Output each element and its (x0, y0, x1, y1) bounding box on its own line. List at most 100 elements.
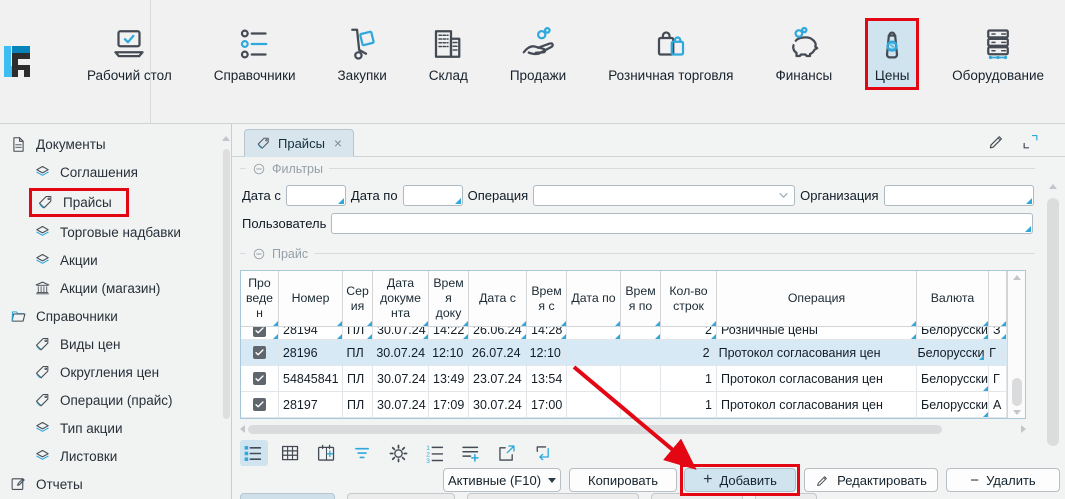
cell-doc_date: 30.07.24 (373, 366, 429, 391)
sidebar-item-label: Тип акции (60, 421, 122, 436)
active-filter-dropdown[interactable]: Активные (F10) (443, 468, 561, 492)
column-header-series[interactable]: Сер ия (343, 271, 373, 326)
cell-operation: Протокол согласования цен (715, 346, 914, 360)
add-row-icon[interactable] (456, 440, 484, 466)
sidebar-item-Округления цен[interactable]: Округления цен (0, 358, 231, 386)
cell-doc_time: 13:49 (429, 366, 469, 391)
table-horizontal-scrollbar[interactable] (240, 423, 1026, 435)
collapse-icon[interactable] (252, 247, 266, 261)
navigation-sidebar: ДокументыСоглашенияПрайсыТорговые надбав… (0, 124, 232, 499)
operation-label: Операция (468, 188, 529, 203)
topbar-item-Оборудование[interactable]: Оборудование (943, 18, 1053, 90)
sidebar-item-Тип акции[interactable]: Тип акции (0, 414, 231, 442)
column-header-time_from[interactable]: Врем я с (527, 271, 567, 326)
cell-series: ПЛ (343, 392, 373, 417)
scroll-left-arrow-icon[interactable] (240, 425, 245, 433)
column-header-doc_time[interactable]: Врем я доку (429, 271, 469, 326)
svg-text:3: 3 (426, 457, 430, 463)
tab-pricelists[interactable]: Прайсы × (244, 129, 354, 157)
scroll-up-arrow-icon[interactable] (222, 136, 230, 141)
external-link-icon[interactable] (492, 440, 520, 466)
column-header-currency[interactable]: Валюта (917, 271, 989, 326)
date-to-input[interactable] (403, 185, 463, 206)
view-list-icon[interactable] (240, 440, 268, 466)
table-row[interactable]: 54845841ПЛ30.07.2413:4923.07.2413:541Про… (241, 366, 1007, 392)
expand-icon[interactable] (1021, 132, 1041, 152)
scrollbar-thumb[interactable] (248, 425, 942, 434)
scrollbar-thumb[interactable] (223, 149, 230, 419)
column-header-doc_date[interactable]: Дата докуме нта (373, 271, 429, 326)
posted-checkbox[interactable] (253, 346, 266, 359)
gear-icon[interactable] (384, 440, 412, 466)
sidebar-item-Соглашения[interactable]: Соглашения (0, 158, 231, 186)
sidebar-item-Операции (прайс)[interactable]: Операции (прайс) (0, 386, 231, 414)
copy-button[interactable]: Копировать (569, 468, 677, 492)
table-row[interactable]: 28194ПЛ30.07.2414:2226.06.2414:282Рознич… (241, 327, 1007, 340)
posted-checkbox[interactable] (253, 398, 266, 411)
date-from-input[interactable] (286, 185, 346, 206)
column-header-posted[interactable]: Про веде н (241, 271, 279, 326)
sidebar-item-Акции (магазин)[interactable]: Акции (магазин) (0, 274, 231, 302)
topbar-item-Продажи[interactable]: Продажи (501, 18, 575, 90)
topbar-item-Рабочий стол[interactable]: Рабочий стол (78, 18, 181, 90)
add-button[interactable]: + Добавить (684, 468, 796, 492)
posted-checkbox[interactable] (253, 327, 266, 337)
folder-icon (10, 308, 27, 325)
topbar-item-Цены[interactable]: $Цены (865, 18, 919, 90)
topbar-item-label: Оборудование (952, 68, 1044, 83)
cell-time_from: 12:10 (526, 346, 566, 360)
scroll-up-arrow-icon[interactable] (1013, 275, 1021, 280)
column-header-number[interactable]: Номер (279, 271, 343, 326)
tab-close-icon[interactable]: × (334, 135, 342, 151)
column-header-line_count[interactable]: Кол-во строк (661, 271, 717, 326)
user-input[interactable] (331, 213, 1033, 234)
topbar-item-Розничная торговля[interactable]: Розничная торговля (599, 18, 742, 90)
table-row[interactable]: 28197ПЛ30.07.2417:0930.07.2417:001Проток… (241, 392, 1007, 418)
numbered-list-icon[interactable]: 123 (420, 440, 448, 466)
calendar-plus-icon[interactable] (312, 440, 340, 466)
organization-input[interactable] (884, 185, 1034, 206)
column-header-extra[interactable] (989, 271, 1007, 326)
pencil-icon[interactable] (987, 132, 1007, 152)
cell-line_count: 1 (661, 392, 717, 417)
topbar-item-Финансы[interactable]: Финансы (766, 18, 841, 90)
column-header-time_to[interactable]: Врем я по (621, 271, 661, 326)
delete-button[interactable]: − Удалить (946, 468, 1060, 492)
topbar-item-Справочники[interactable]: Справочники (205, 18, 305, 90)
sidebar-item-Виды цен[interactable]: Виды цен (0, 330, 231, 358)
column-header-date_from[interactable]: Дата с (469, 271, 527, 326)
scrollbar-thumb[interactable] (1012, 378, 1022, 406)
edit-button[interactable]: Редактировать (804, 468, 938, 492)
top-navigation-bar: Рабочий стол Справочники Закупки Склад Прода… (0, 0, 1065, 124)
sidebar-item-Акции[interactable]: Акции (0, 246, 231, 274)
sidebar-item-Торговые надбавки[interactable]: Торговые надбавки (0, 218, 231, 246)
column-header-date_to[interactable]: Дата по (567, 271, 621, 326)
sidebar-item-Листовки[interactable]: Листовки (0, 442, 231, 470)
table-vertical-scrollbar[interactable] (1007, 271, 1025, 418)
operation-select[interactable] (533, 185, 795, 206)
column-header-operation[interactable]: Операция (717, 271, 917, 326)
cell-date_from: 30.07.24 (469, 392, 527, 417)
sidebar-item-Отчеты[interactable]: Отчеты (0, 470, 231, 498)
scroll-up-arrow-icon[interactable] (1049, 184, 1057, 189)
scroll-right-arrow-icon[interactable] (1021, 425, 1026, 433)
filter-icon[interactable] (348, 440, 376, 466)
sidebar-item-Справочники[interactable]: Справочники (0, 302, 231, 330)
collapse-icon[interactable] (252, 162, 266, 176)
topbar-item-Закупки[interactable]: Закупки (329, 18, 396, 90)
topbar-item-Склад[interactable]: Склад (420, 18, 477, 90)
posted-checkbox[interactable] (253, 372, 266, 385)
reload-icon[interactable] (528, 440, 556, 466)
sidebar-item-Документы[interactable]: Документы (0, 130, 231, 158)
panel-scrollbar[interactable] (1046, 184, 1060, 492)
scrollbar-thumb[interactable] (1047, 198, 1059, 446)
grid-toolbar: 123 (240, 440, 556, 466)
scroll-down-arrow-icon[interactable] (1013, 410, 1021, 415)
tab-strip: Прайсы × (232, 124, 1065, 157)
table-row[interactable]: 28196ПЛ30.07.2412:1026.07.2412:102Проток… (241, 340, 1007, 366)
grid-icon[interactable] (276, 440, 304, 466)
sidebar-scrollbar[interactable] (222, 136, 230, 499)
cell-doc_date: 30.07.24 (372, 346, 428, 360)
sidebar-item-Прайсы[interactable]: Прайсы (0, 186, 231, 218)
delete-button-label: Удалить (986, 473, 1036, 488)
